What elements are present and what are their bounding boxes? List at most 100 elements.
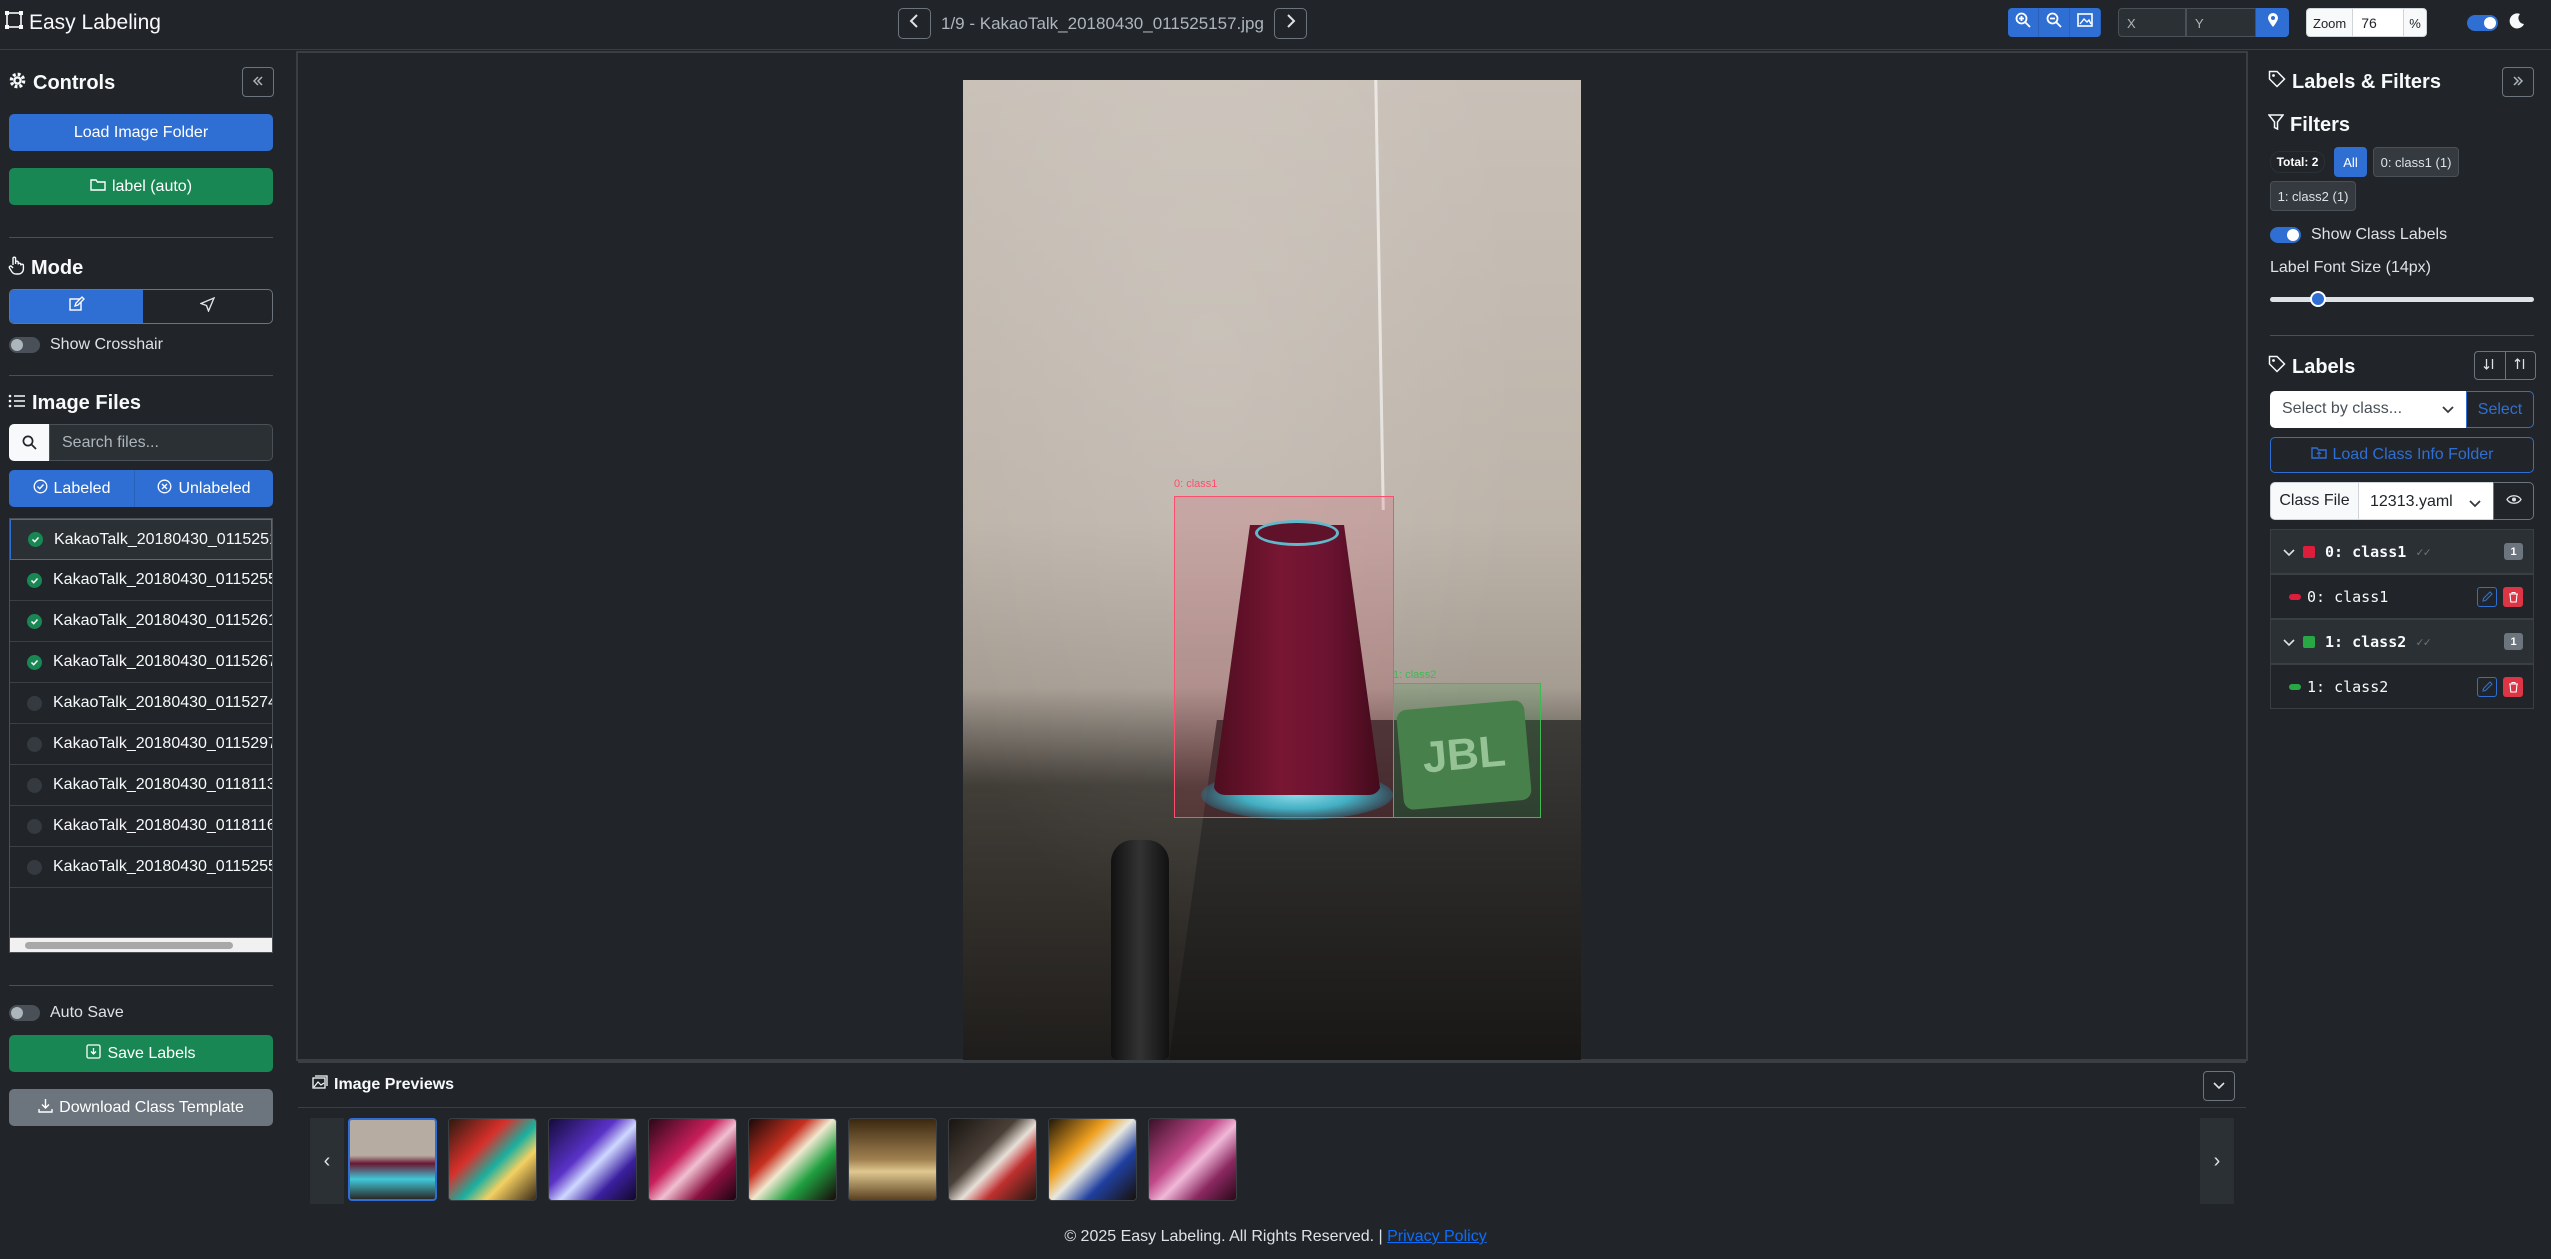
file-list-item[interactable]: KakaoTalk_20180430_011529705.jpg (10, 724, 272, 765)
label-font-size-label: Label Font Size (14px) (2270, 259, 2431, 276)
file-list-item[interactable]: KakaoTalk_20180430_011811355.jpg (10, 765, 272, 806)
label-group-class1[interactable]: 0: class1 ✓✓ 1 (2270, 529, 2534, 574)
download-class-template-button[interactable]: Download Class Template (9, 1089, 273, 1126)
hand-pointer-icon (8, 256, 25, 281)
preview-thumbnail[interactable] (948, 1118, 1037, 1201)
select-by-class-dropdown[interactable]: Select by class... (2270, 391, 2466, 428)
dark-mode-toggle[interactable] (2467, 15, 2498, 31)
file-name: KakaoTalk_20180430_011529705.jpg (53, 735, 272, 752)
eye-icon (2505, 492, 2522, 510)
bounding-box-class1[interactable] (1174, 496, 1394, 818)
preview-thumbnail[interactable] (848, 1118, 937, 1201)
sort-descending-button[interactable] (2475, 352, 2506, 379)
filter-class1-button[interactable]: 0: class1 (1) (2373, 147, 2459, 177)
labeled-filter-button[interactable]: Labeled (9, 470, 134, 507)
bounding-box-class2[interactable] (1393, 683, 1541, 818)
delete-label-button[interactable] (2503, 586, 2523, 607)
save-labels-button[interactable]: Save Labels (9, 1035, 273, 1072)
file-list-scrollbar[interactable] (9, 937, 273, 953)
zoom-in-button[interactable] (2008, 8, 2039, 37)
next-image-button[interactable] (1273, 8, 1307, 39)
y-coordinate-input[interactable]: Y (2186, 8, 2256, 37)
class1-count-badge: 1 (2504, 543, 2523, 560)
labels-heading: Labels (2268, 355, 2355, 379)
file-list-item[interactable]: KakaoTalk_20180430_011526754.jpg (10, 642, 272, 683)
go-to-coordinate-button[interactable] (2256, 8, 2289, 37)
preview-thumbnail[interactable] (448, 1118, 537, 1201)
sort-ascending-button[interactable] (2506, 352, 2536, 379)
show-class-labels-toggle[interactable] (2270, 227, 2301, 243)
crosshair-toggle[interactable] (9, 337, 40, 353)
chevron-down-icon (2469, 495, 2481, 513)
collapse-previews-button[interactable] (2203, 1071, 2235, 1101)
privacy-policy-link[interactable]: Privacy Policy (1387, 1228, 1487, 1245)
cursor-arrow-icon (199, 296, 216, 317)
preview-thumbnail[interactable] (1048, 1118, 1137, 1201)
file-list-item[interactable]: KakaoTalk_20180430_011525560.jpg (10, 847, 272, 888)
preview-thumbnail[interactable] (648, 1118, 737, 1201)
file-name: KakaoTalk_20180430_011811355.jpg (53, 776, 272, 793)
previews-scroll-left-button[interactable]: ‹ (310, 1118, 344, 1204)
prev-image-button[interactable] (898, 8, 931, 39)
zoom-out-button[interactable] (2039, 8, 2070, 37)
zoom-field: Zoom 76 % (2306, 8, 2427, 37)
image-fit-icon (2077, 13, 2093, 32)
label-group-class2[interactable]: 1: class2 ✓✓ 1 (2270, 619, 2534, 664)
tag-icon (2268, 355, 2286, 379)
check-circle-icon (27, 572, 42, 588)
preview-thumbnail[interactable] (748, 1118, 837, 1201)
image-previews-heading: Image Previews (312, 1075, 454, 1094)
view-class-file-button[interactable] (2493, 482, 2534, 520)
double-chevron-right-icon (2512, 74, 2524, 90)
chevron-down-icon (2283, 543, 2295, 561)
gear-icon (8, 71, 27, 96)
load-class-info-folder-button[interactable]: Load Class Info Folder (2270, 437, 2534, 473)
mode-selector (9, 289, 273, 324)
file-list-item[interactable]: KakaoTalk_20180430_011811673.jpg (10, 806, 272, 847)
zoom-input[interactable]: 76 (2353, 8, 2404, 37)
label-item-class1[interactable]: 0: class1 (2270, 574, 2534, 619)
x-circle-icon (157, 479, 172, 499)
class2-color-swatch (2303, 635, 2315, 648)
file-list-item[interactable]: KakaoTalk_20180430_011527418.jpg (10, 683, 272, 724)
label-font-size-slider[interactable] (2270, 291, 2534, 307)
autosave-toggle[interactable] (9, 1005, 40, 1021)
image-canvas[interactable]: JBL 0: class1 1: class2 (963, 80, 1581, 1060)
preview-thumbnail[interactable] (348, 1118, 437, 1201)
file-list-item[interactable]: KakaoTalk_20180430_011525157.jpg (10, 519, 272, 560)
file-name: KakaoTalk_20180430_011526119.jpg (53, 612, 272, 629)
select-mode-button[interactable] (143, 290, 272, 323)
class-file-select[interactable]: 12313.yaml (2359, 482, 2493, 520)
folder-upload-icon (2310, 446, 2327, 464)
x-coordinate-input[interactable]: X (2118, 8, 2186, 37)
save-icon (86, 1043, 102, 1064)
delete-label-button[interactable] (2503, 676, 2523, 697)
check-circle-icon (33, 479, 48, 499)
sort-down-icon (2483, 357, 2496, 375)
empty-circle-icon (27, 818, 42, 834)
select-class-button[interactable]: Select (2466, 391, 2534, 428)
label-folder-button[interactable]: label (auto) (9, 168, 273, 205)
edit-label-button[interactable] (2477, 676, 2497, 697)
moon-icon (2508, 12, 2526, 35)
file-name: KakaoTalk_20180430_011527418.jpg (53, 694, 272, 711)
filter-class2-button[interactable]: 1: class2 (1) (2270, 181, 2356, 211)
preview-thumbnail[interactable] (548, 1118, 637, 1201)
edit-label-button[interactable] (2477, 586, 2497, 607)
collapse-right-sidebar-button[interactable] (2502, 67, 2534, 97)
app-brand[interactable]: Easy Labeling (4, 10, 161, 36)
fit-image-button[interactable] (2070, 8, 2101, 37)
search-files-input[interactable]: Search files... (49, 424, 273, 461)
class1-color-marker (2289, 593, 2301, 600)
file-list-item[interactable]: KakaoTalk_20180430_011525560.jpg (10, 560, 272, 601)
mode-heading: Mode (8, 256, 83, 281)
label-item-class2[interactable]: 1: class2 (2270, 664, 2534, 709)
load-image-folder-button[interactable]: Load Image Folder (9, 114, 273, 151)
previews-scroll-right-button[interactable]: › (2200, 1118, 2234, 1204)
unlabeled-filter-button[interactable]: Unlabeled (134, 470, 273, 507)
collapse-left-sidebar-button[interactable] (242, 67, 274, 97)
draw-mode-button[interactable] (10, 290, 143, 323)
preview-thumbnail[interactable] (1148, 1118, 1237, 1201)
filter-all-button[interactable]: All (2334, 147, 2367, 177)
file-list-item[interactable]: KakaoTalk_20180430_011526119.jpg (10, 601, 272, 642)
